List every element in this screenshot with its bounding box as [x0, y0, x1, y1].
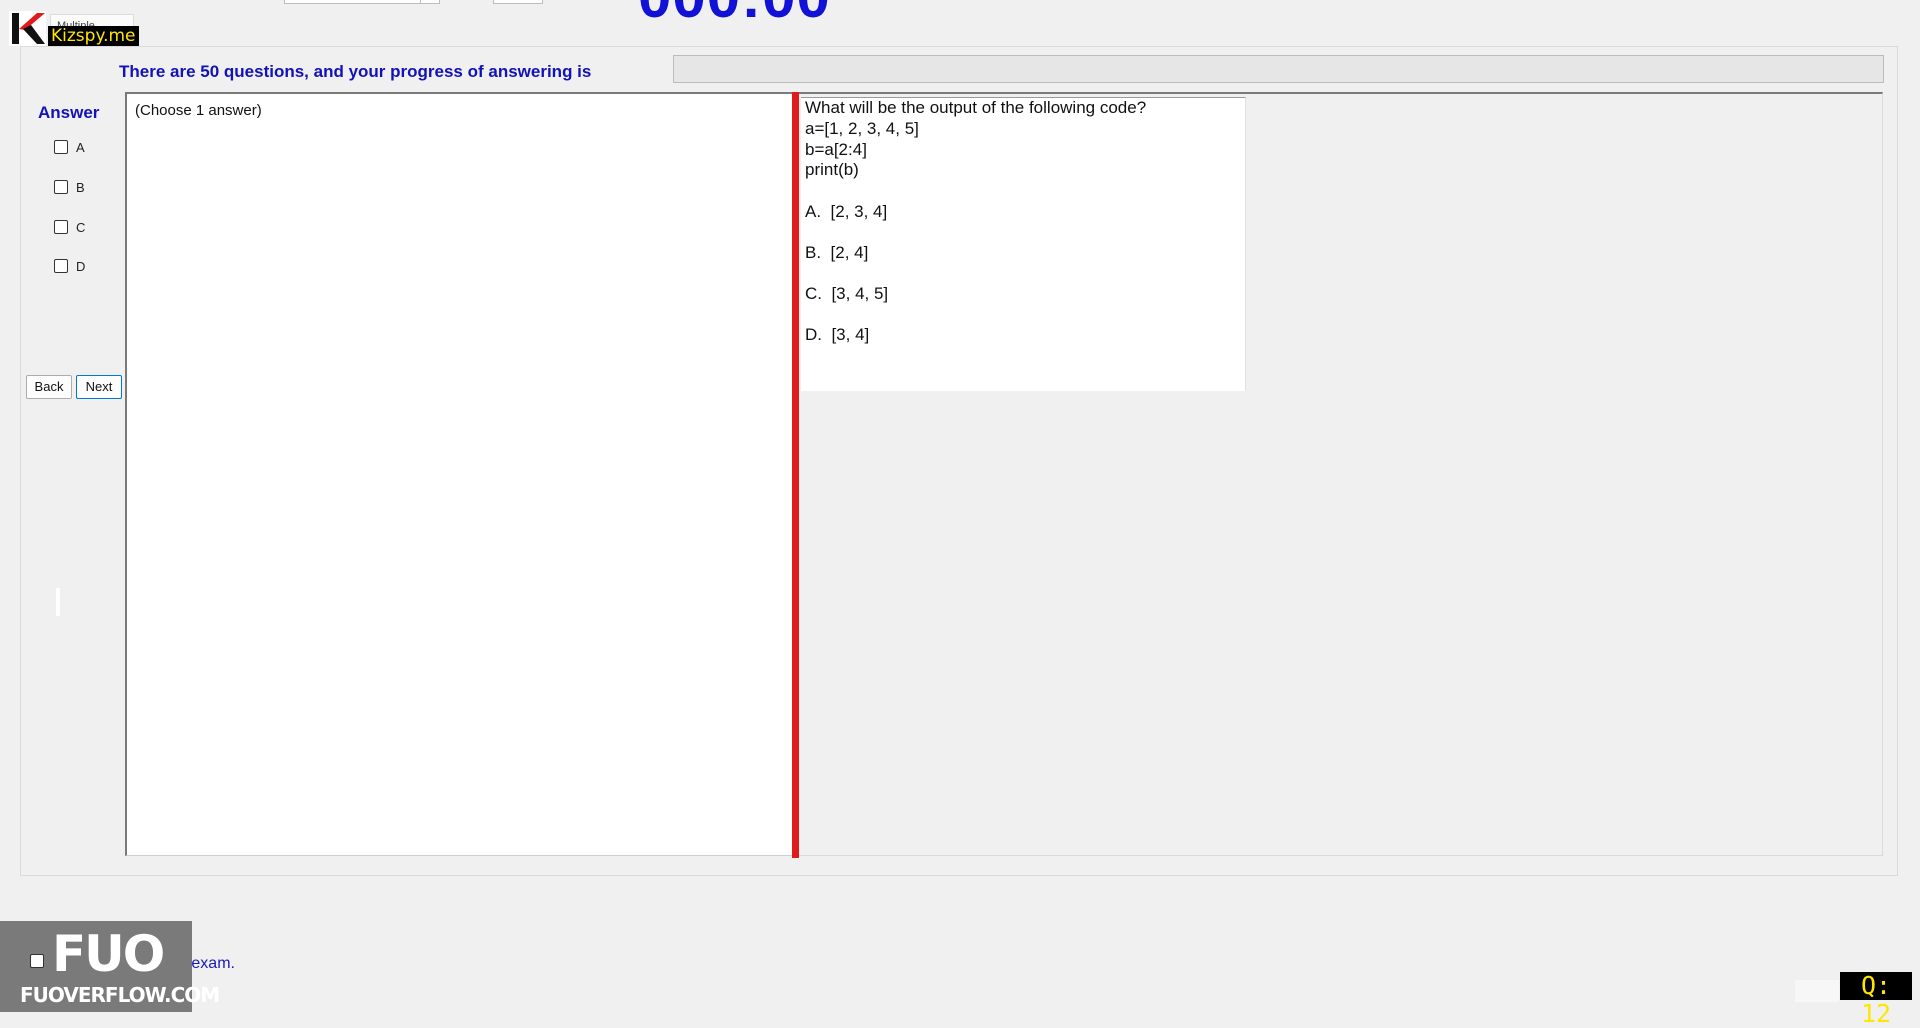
- exam-timer: 000:00: [638, 0, 831, 31]
- option-a[interactable]: A: [54, 138, 85, 156]
- question-counter: Q: 12: [1840, 972, 1912, 1028]
- choice-c: C. [3, 4, 5]: [805, 284, 888, 304]
- choice-key: D.: [805, 325, 822, 344]
- code-line: b=a[2:4]: [805, 140, 867, 159]
- checkbox-icon[interactable]: [30, 954, 44, 968]
- choice-b: B. [2, 4]: [805, 243, 868, 263]
- option-d-checkbox[interactable]: [54, 259, 68, 273]
- choice-key: C.: [805, 284, 822, 303]
- finish-exam-checkbox[interactable]: [30, 954, 52, 968]
- next-button[interactable]: Next: [76, 375, 122, 399]
- answer-label: Answer: [38, 103, 100, 122]
- question-prompt: What will be the output of the following…: [805, 98, 1147, 117]
- top-small-field[interactable]: [493, 0, 543, 4]
- answer-panel: [125, 92, 795, 856]
- choice-a: A. [2, 3, 4]: [805, 202, 887, 222]
- kizspy-logo-icon: [9, 11, 46, 46]
- option-b-label: B: [76, 179, 85, 195]
- option-b-checkbox[interactable]: [54, 180, 68, 194]
- choice-text: [3, 4]: [831, 325, 870, 344]
- left-marker: [56, 588, 60, 616]
- combo-arrow[interactable]: [420, 0, 438, 4]
- choice-key: A.: [805, 202, 822, 221]
- option-d-label: D: [76, 258, 86, 274]
- option-c-checkbox[interactable]: [54, 220, 68, 234]
- option-a-label: A: [76, 139, 85, 155]
- top-combo-box[interactable]: [284, 0, 440, 4]
- panel-splitter[interactable]: [792, 92, 799, 858]
- kizspy-watermark-text: Kizspy.me: [48, 26, 139, 46]
- choice-d: D. [3, 4]: [805, 325, 869, 345]
- choice-key: B.: [805, 243, 822, 262]
- counter-blank: [1795, 980, 1839, 1002]
- fuo-site-text: FUOVERFLOW.COM: [20, 983, 220, 1007]
- progress-text: There are 50 questions, and your progres…: [119, 62, 592, 81]
- code-line: a=[1, 2, 3, 4, 5]: [805, 119, 919, 138]
- option-d[interactable]: D: [54, 257, 85, 275]
- fuo-logo-text: FUO: [52, 925, 165, 983]
- choice-text: [3, 4, 5]: [831, 284, 889, 303]
- choice-text: [2, 4]: [830, 243, 869, 262]
- choice-text: [2, 3, 4]: [830, 202, 888, 221]
- option-b[interactable]: B: [54, 178, 85, 196]
- option-a-checkbox[interactable]: [54, 140, 68, 154]
- back-button[interactable]: Back: [26, 375, 72, 399]
- option-c-label: C: [76, 219, 86, 235]
- option-c[interactable]: C: [54, 218, 85, 236]
- code-line: print(b): [805, 160, 859, 179]
- progress-bar: [673, 55, 1884, 83]
- choose-hint: (Choose 1 answer): [135, 102, 262, 119]
